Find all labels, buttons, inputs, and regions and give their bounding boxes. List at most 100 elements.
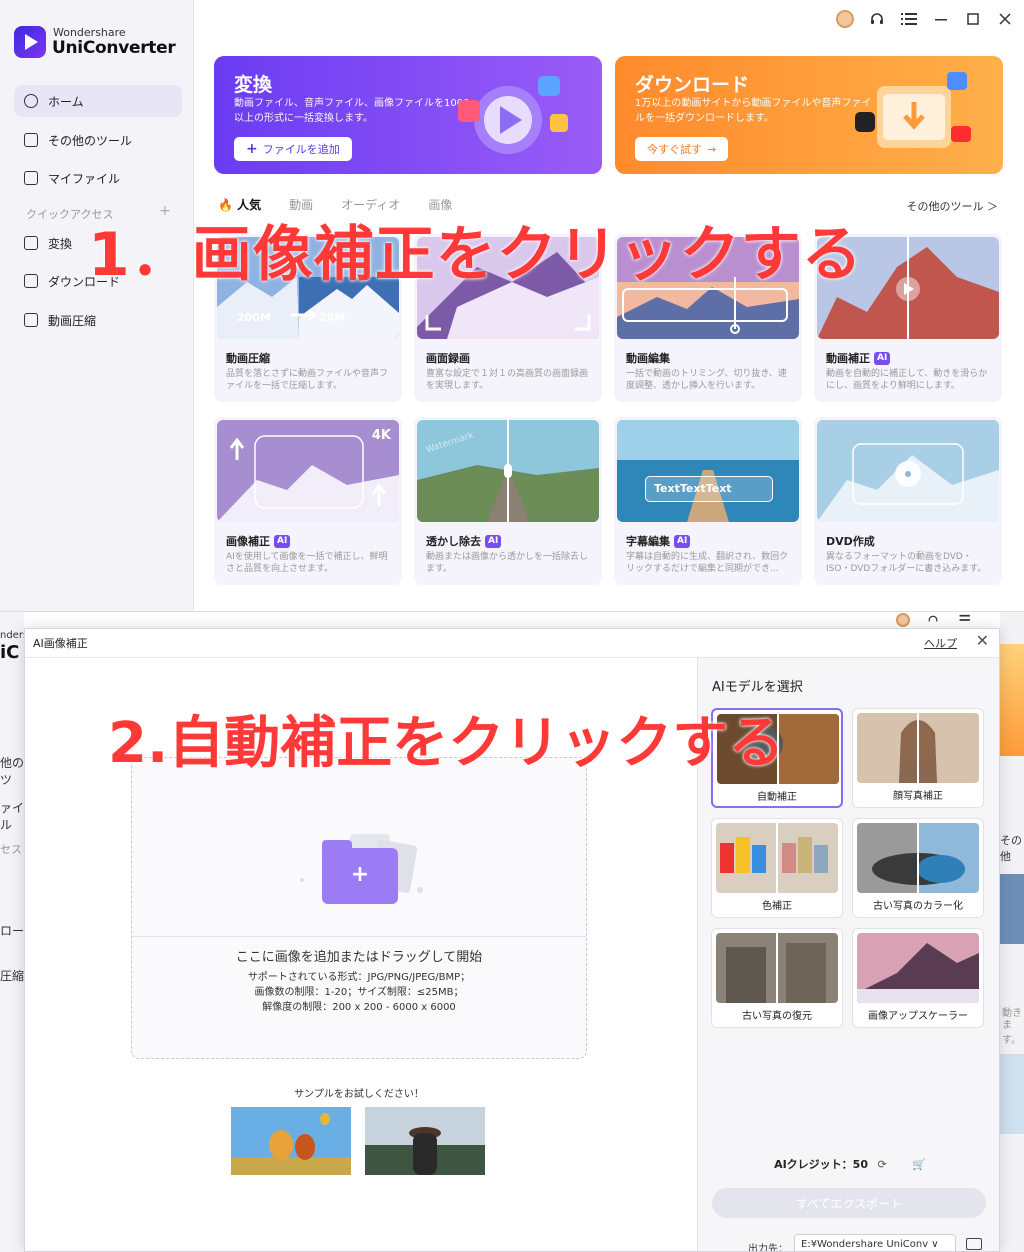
app-logo-icon <box>14 26 46 58</box>
card-fragment <box>1000 874 1024 944</box>
card-title: 画面録画 <box>426 352 470 365</box>
fragment-text: その他 <box>1000 834 1022 863</box>
card-description: 品質を落とさずに動画ファイルや音声ファイルを一括で圧縮します。 <box>226 369 389 391</box>
support-headset-icon[interactable] <box>868 10 886 28</box>
sidebar-item-other-tools[interactable]: その他のツール <box>14 124 182 156</box>
help-link[interactable]: ヘルプ <box>924 635 957 651</box>
fragment-text: ロー <box>0 924 24 938</box>
arrow-right-icon: → <box>707 142 717 156</box>
model-panel-title: AIモデルを選択 <box>712 680 803 695</box>
model-color-correct[interactable]: 色補正 <box>711 818 843 918</box>
ai-badge: AI <box>274 534 291 548</box>
card-title: 字幕編集 <box>626 535 670 548</box>
annotation-step-1: 1．画像補正をクリックする <box>88 220 863 290</box>
image-drop-zone[interactable]: + ここに画像を追加またはドラッグして開始 サポートされている形式：JPG/PN… <box>131 757 587 1059</box>
card-title: 動画編集 <box>626 352 670 365</box>
sidebar-item-label: ホーム <box>48 94 84 109</box>
sidebar-item-label: その他のツール <box>48 133 133 148</box>
output-location-select[interactable]: E:¥Wondershare UniConv ∨ <box>794 1234 956 1251</box>
card-description: 豊富な設定で１対１の高画質の画面録画を実現します。 <box>426 369 589 391</box>
sidebar-item-label: マイファイル <box>48 171 121 186</box>
export-all-button[interactable]: すべてエクスポート <box>712 1188 986 1218</box>
sidebar-item-label: 変換 <box>48 236 73 251</box>
plus-icon: + <box>246 141 258 157</box>
refresh-icon[interactable]: ⟳ <box>878 1158 887 1171</box>
fragment-text: ァイル <box>0 801 24 832</box>
sample-image-portrait[interactable] <box>365 1107 485 1175</box>
card-description: 字幕は自動的に生成、翻訳され、数回クリックするだけで編集と同期ができ... <box>626 552 789 574</box>
model-thumbnail <box>857 823 979 893</box>
annotation-step-2: 2.自動補正をクリックする <box>108 711 785 776</box>
model-old-photo-colorize[interactable]: 古い写真のカラー化 <box>852 818 984 918</box>
card-description: 動画または画像から透かしを一括除去します。 <box>426 552 589 574</box>
banner-fragment <box>1000 644 1024 756</box>
sample-label: サンプルをお試しください！ <box>294 1089 424 1100</box>
card-description: 動画を自動的に補正して、動きを滑らかにし、画質をより鮮明にします。 <box>826 369 988 391</box>
count-size-limits: 画像数の制限：1-20；サイズ制限：≤25MB； <box>254 987 464 998</box>
more-tools-link[interactable]: その他のツール ＞ <box>907 198 999 214</box>
toolbox-icon <box>24 133 38 147</box>
add-file-button[interactable]: + ファイルを追加 <box>234 137 352 161</box>
file-icon <box>24 171 38 185</box>
banner-title: ダウンロード <box>635 74 750 96</box>
model-image-upscaler[interactable]: 画像アップスケーラー <box>852 928 984 1028</box>
fragment-text: nders <box>0 630 24 641</box>
card-title: 画像補正 <box>226 535 270 548</box>
try-now-button[interactable]: 今すぐ試す → <box>635 137 729 161</box>
avatar <box>896 613 910 627</box>
ai-credits-text: AIクレジット：50 <box>774 1158 868 1171</box>
model-old-photo-restore[interactable]: 古い写真の復元 <box>711 928 843 1028</box>
convert-banner[interactable]: 変換 動画ファイル、音声ファイル、画像ファイルを1000以上の形式に一括変換しま… <box>214 56 602 174</box>
model-label: 色補正 <box>762 901 792 912</box>
open-folder-icon[interactable] <box>966 1238 982 1250</box>
maximize-button[interactable] <box>964 10 982 28</box>
drop-instruction: ここに画像を追加またはドラッグして開始 <box>235 950 483 965</box>
tool-card-watermark-remove[interactable]: Watermark 透かし除去 AI 動画または画像から透かしを一括除去します。 <box>414 417 602 585</box>
download-icon <box>24 274 38 288</box>
sample-image-balloons[interactable] <box>231 1107 351 1175</box>
model-label: 顔写真補正 <box>893 791 943 802</box>
minimize-button[interactable] <box>932 10 950 28</box>
ai-badge: AI <box>485 534 502 548</box>
resolution-limits: 解像度の制限：200 x 200 - 6000 x 6000 <box>262 1002 456 1013</box>
close-window-button[interactable] <box>996 10 1014 28</box>
add-folder-icon[interactable]: + <box>322 840 398 904</box>
tool-card-image-enhance[interactable]: 4K 画像補正 AI AIを使用して画像を一括で補正し、鮮明さと品質を向上させます… <box>214 417 402 585</box>
fragment-text: 他のツ <box>0 756 24 787</box>
background-window-right-fragment: その他 動き ます。 <box>1000 612 1024 1252</box>
tool-card-dvd-create[interactable]: DVD作成 異なるフォーマットの動画をDVD・ISO・DVDフォルダーに書き込み… <box>814 417 1002 585</box>
card-description: 異なるフォーマットの動画をDVD・ISO・DVDフォルダーに書き込みます。 <box>826 552 987 574</box>
drop-requirements: サポートされている形式：JPG/PNG/JPEG/BMP； 画像数の制限：1-2… <box>132 970 586 1015</box>
size-before-label: 200M <box>237 311 271 324</box>
menu-list-icon[interactable] <box>900 10 918 28</box>
dialog-title: AI画像補正 <box>33 637 88 650</box>
output-location-label: 出力先： <box>748 1244 788 1252</box>
add-file-label: ファイルを追加 <box>262 143 340 156</box>
menu-list-icon <box>959 614 970 621</box>
tool-card-subtitle-edit[interactable]: TextTextText 字幕編集 AI 字幕は自動的に生成、翻訳され、数回クリッ… <box>614 417 802 585</box>
download-illustration-icon <box>855 72 971 148</box>
card-title: DVD作成 <box>826 535 875 548</box>
subtitle-sample-text: TextTextText <box>645 476 773 502</box>
model-label: 古い写真の復元 <box>742 1011 812 1022</box>
ai-credits: AIクレジット：50 ⟳ 🛒 <box>698 1156 999 1172</box>
model-face-enhance[interactable]: 顔写真補正 <box>852 708 984 808</box>
download-banner[interactable]: ダウンロード 1万以上の動画サイトから動画ファイルや音声ファイルを一括ダウンロー… <box>615 56 1003 174</box>
cart-icon[interactable]: 🛒 <box>912 1158 926 1171</box>
sidebar-item-compress[interactable]: 動画圧縮 <box>14 304 182 336</box>
main-window: Wondershare UniConverter ホーム その他のツール マイフ… <box>0 0 1024 612</box>
sidebar-item-home[interactable]: ホーム <box>14 85 182 117</box>
avatar <box>836 10 854 28</box>
close-icon[interactable]: ✕ <box>976 631 989 650</box>
sidebar-item-my-files[interactable]: マイファイル <box>14 162 182 194</box>
resolution-badge: 4K <box>371 428 391 443</box>
banner-title: 変換 <box>234 74 273 96</box>
ai-badge: AI <box>674 534 691 548</box>
model-thumbnail <box>716 823 838 893</box>
account-button[interactable] <box>836 10 854 28</box>
card-fragment <box>1000 1054 1024 1134</box>
card-thumbnail: TextTextText <box>617 420 799 522</box>
card-thumbnail: 4K <box>217 420 399 522</box>
size-after-label: 20M <box>319 311 346 324</box>
titlebar-controls <box>836 10 1014 28</box>
